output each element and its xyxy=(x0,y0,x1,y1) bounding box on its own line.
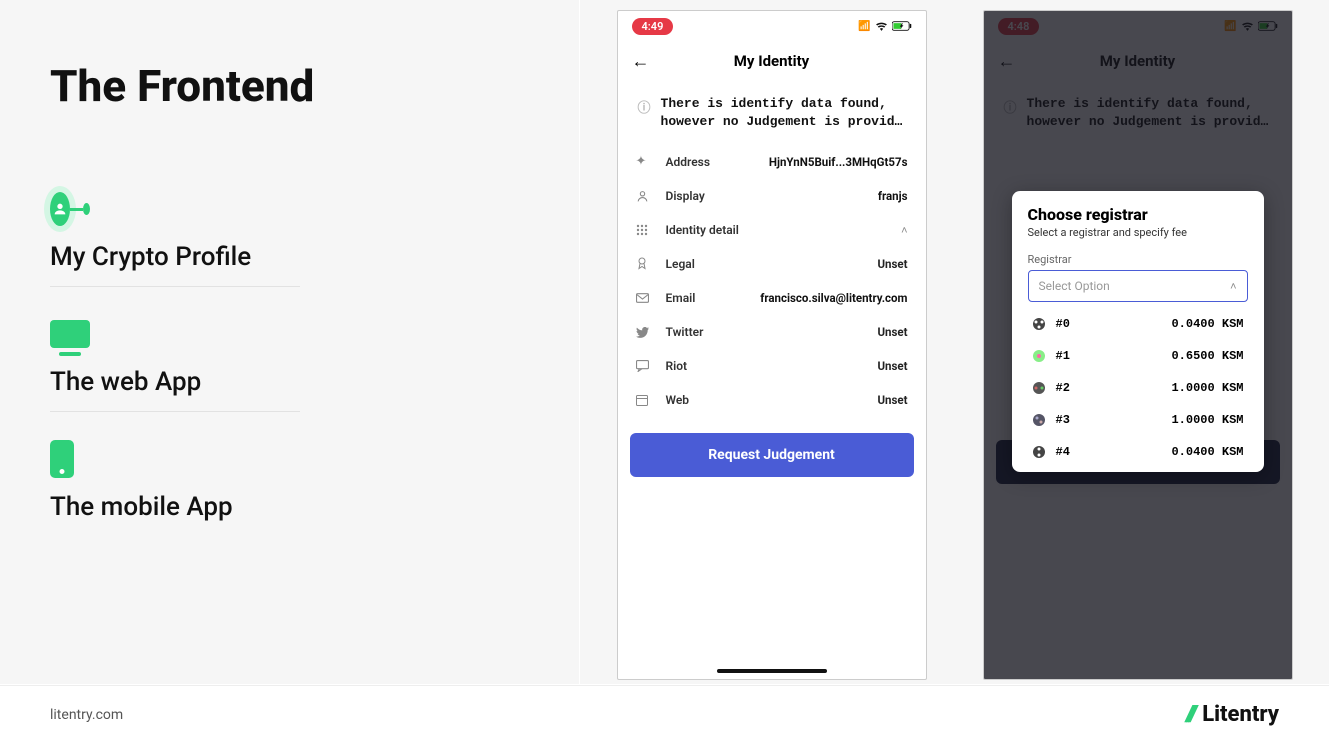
info-icon: ⓘ xyxy=(638,97,651,130)
display-value: franjs xyxy=(878,189,908,203)
row-identity-detail[interactable]: Identity detail ˄ xyxy=(636,213,908,247)
registrar-select[interactable]: Select Option ˄ xyxy=(1028,270,1248,302)
divider xyxy=(50,286,300,287)
person-icon xyxy=(636,190,654,203)
registrar-options: #0 0.0400 KSM #1 0.6500 KSM #2 xyxy=(1028,308,1248,468)
row-legal: Legal Unset xyxy=(636,247,908,281)
slide-title: The Frontend xyxy=(50,60,529,112)
choose-registrar-modal: Choose registrar Select a registrar and … xyxy=(1012,191,1264,472)
address-value: HjnYnN5Buif...3MHqGt57s xyxy=(769,155,908,169)
badge-icon xyxy=(636,257,654,271)
phone-screenshot-2: 4:48 📶 ← My Identity ⓘ There is identify xyxy=(983,10,1293,680)
web-icon xyxy=(636,395,654,406)
row-address: ✦ Address HjnYnN5Buif...3MHqGt57s xyxy=(636,144,908,179)
email-icon xyxy=(636,293,654,303)
select-label: Registrar xyxy=(1028,253,1248,266)
menu-item-web: The web App xyxy=(50,317,529,397)
battery-icon xyxy=(892,21,912,31)
chevron-up-icon: ˄ xyxy=(901,224,907,237)
web-app-icon xyxy=(50,317,90,351)
row-web: Web Unset xyxy=(636,383,908,417)
identicon-icon xyxy=(1032,317,1046,331)
address-icon: ✦ xyxy=(636,154,654,169)
status-icons: 📶 xyxy=(858,21,911,32)
footer-url: litentry.com xyxy=(50,707,123,723)
info-text: There is identify data found, however no… xyxy=(661,95,906,130)
registrar-option[interactable]: #2 1.0000 KSM xyxy=(1028,372,1248,404)
select-placeholder: Select Option xyxy=(1039,279,1110,293)
phones-area: 4:49 📶 ← My Identity ⓘ There is identify xyxy=(580,0,1329,684)
wifi-icon xyxy=(875,21,888,31)
row-riot: Riot Unset xyxy=(636,349,908,383)
web-value: Unset xyxy=(877,393,907,407)
menu-item-mobile: The mobile App xyxy=(50,442,529,522)
riot-value: Unset xyxy=(877,359,907,373)
menu-label-web: The web App xyxy=(50,367,529,397)
menu-label-mobile: The mobile App xyxy=(50,492,529,522)
litentry-logo-icon: /// xyxy=(1186,702,1194,727)
identicon-icon xyxy=(1032,413,1046,427)
slide-body: The Frontend My Crypto Profile The web A… xyxy=(0,0,1329,684)
registrar-option[interactable]: #0 0.0400 KSM xyxy=(1028,308,1248,340)
brand-name: Litentry xyxy=(1202,702,1279,727)
identicon-icon xyxy=(1032,381,1046,395)
left-panel: The Frontend My Crypto Profile The web A… xyxy=(0,0,580,684)
row-display: Display franjs xyxy=(636,179,908,213)
footer-brand: /// Litentry xyxy=(1186,702,1279,727)
identicon-icon xyxy=(1032,445,1046,459)
registrar-option[interactable]: #4 0.0400 KSM xyxy=(1028,436,1248,468)
row-email: Email francisco.silva@litentry.com xyxy=(636,281,908,315)
row-twitter: Twitter Unset xyxy=(636,315,908,349)
twitter-icon xyxy=(636,327,654,338)
screen-title: My Identity xyxy=(618,52,926,70)
modal-subtitle: Select a registrar and specify fee xyxy=(1028,226,1248,239)
phone-screenshot-1: 4:49 📶 ← My Identity ⓘ There is identify xyxy=(617,10,927,680)
status-bar: 4:49 📶 xyxy=(618,11,926,41)
signal-icon: 📶 xyxy=(858,21,870,32)
menu-item-profile: My Crypto Profile xyxy=(50,192,529,272)
mobile-app-icon xyxy=(50,442,90,476)
twitter-value: Unset xyxy=(877,325,907,339)
info-banner: ⓘ There is identify data found, however … xyxy=(618,81,926,144)
registrar-option[interactable]: #3 1.0000 KSM xyxy=(1028,404,1248,436)
status-time: 4:49 xyxy=(632,18,674,35)
chevron-up-icon: ˄ xyxy=(1230,280,1236,293)
chat-icon xyxy=(636,360,654,372)
grid-icon xyxy=(636,224,654,236)
identity-details: ✦ Address HjnYnN5Buif...3MHqGt57s Displa… xyxy=(618,144,926,417)
registrar-option[interactable]: #1 0.6500 KSM xyxy=(1028,340,1248,372)
legal-value: Unset xyxy=(877,257,907,271)
menu-label-profile: My Crypto Profile xyxy=(50,242,529,272)
nav-header: ← My Identity xyxy=(618,41,926,81)
home-indicator xyxy=(717,669,827,673)
crypto-profile-icon xyxy=(50,192,90,226)
divider xyxy=(50,411,300,412)
email-value: francisco.silva@litentry.com xyxy=(760,291,907,305)
identicon-icon xyxy=(1032,349,1046,363)
modal-title: Choose registrar xyxy=(1028,205,1248,224)
slide-footer: litentry.com /// Litentry xyxy=(0,685,1329,743)
request-judgement-button[interactable]: Request Judgement xyxy=(630,433,914,477)
